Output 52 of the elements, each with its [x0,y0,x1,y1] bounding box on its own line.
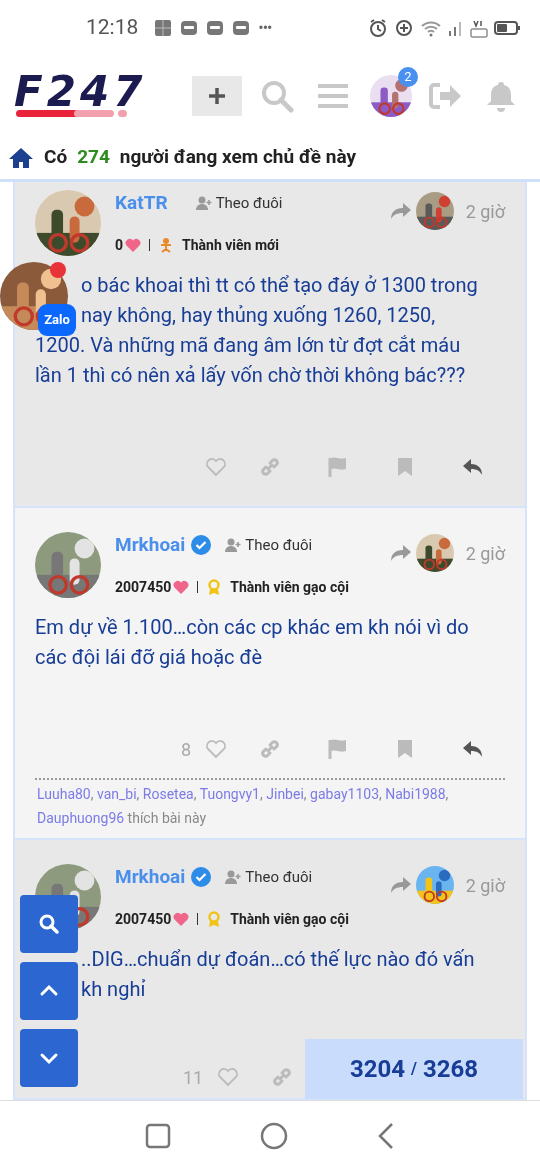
separator-text: , [136,786,140,802]
username-link[interactable]: van_bi [97,786,137,802]
username-link[interactable]: Luuha80 [37,786,91,802]
separator-text: , [303,786,307,802]
like-count: 11 [183,1065,204,1090]
author-name[interactable]: Mrkhoai [115,862,186,892]
username-link[interactable]: Nabi1988 [385,786,446,802]
chat-button[interactable]: Zalo [38,304,76,336]
site-logo[interactable]: F247 [14,74,164,118]
separator-text: , [379,786,382,802]
username-link[interactable]: Dauphuong96 [37,810,125,826]
liked-text: thích bài này [127,810,207,826]
author-name[interactable]: Mrkhoai [115,530,186,560]
reaction-count: 2007450 [115,577,172,597]
current-post-number: 3204 [349,1054,406,1085]
total-post-number: 3268 [422,1054,479,1085]
post-time: 2 giờ [465,873,505,898]
post-text: các đội lái đỡ giá hoặc đè [35,644,263,671]
member-rank: Thành viên mới [182,235,279,255]
follow-link[interactable]: Theo đuôi [245,533,313,557]
like-count: 8 [180,737,191,762]
reaction-count: 2007450 [115,909,172,929]
username-link[interactable]: Rosetea [142,786,194,802]
viewer-count: 274 [77,144,110,171]
author-name[interactable]: KatTR [115,188,168,218]
member-rank: Thành viên gạo cội [230,909,349,929]
post-time: 2 giờ [465,541,505,566]
notification-badge: 2 [398,67,418,87]
post-counter[interactable]: 3204 / 3268 [305,1039,523,1099]
post-text: o bác khoai thì tt có thể tạo đáy ở 1300 trong [81,272,478,299]
viewer-label: người đang xem chủ đề này [119,144,357,171]
post-text: Em dự về 1.100…còn các cp khác em kh nói vì do [35,614,469,641]
username-link[interactable]: Tuongvy1 [199,786,260,802]
post-text: ..DIG…chuẩn dự đoán…có thế lực nào đó vấn [81,946,475,973]
clock-time: 12:18 [86,14,139,42]
post-text: lần 1 thì có nên xả lấy vốn chờ thời không bác??? [35,362,466,389]
viewer-label: Có [44,144,68,171]
username-link[interactable]: Jinbei [266,786,304,802]
more-notifications: ••• [258,17,272,39]
separator-text: , [90,786,94,802]
member-rank: Thành viên gạo cội [230,577,349,597]
follow-link[interactable]: Theo đuôi [245,865,313,889]
reaction-count: 0 [115,235,124,255]
post-text: nay không, hay thủng xuống 1260, 1250, [81,302,436,329]
follow-link[interactable]: Theo đuôi [215,191,283,215]
counter-separator: / [411,1058,417,1080]
separator-text: , [260,786,263,802]
post-text: kh nghỉ [81,976,146,1003]
separator-text: , [445,786,449,802]
username-link[interactable]: gabay1103 [310,786,379,802]
separator-text: , [193,786,197,802]
post-time: 2 giờ [465,199,505,224]
